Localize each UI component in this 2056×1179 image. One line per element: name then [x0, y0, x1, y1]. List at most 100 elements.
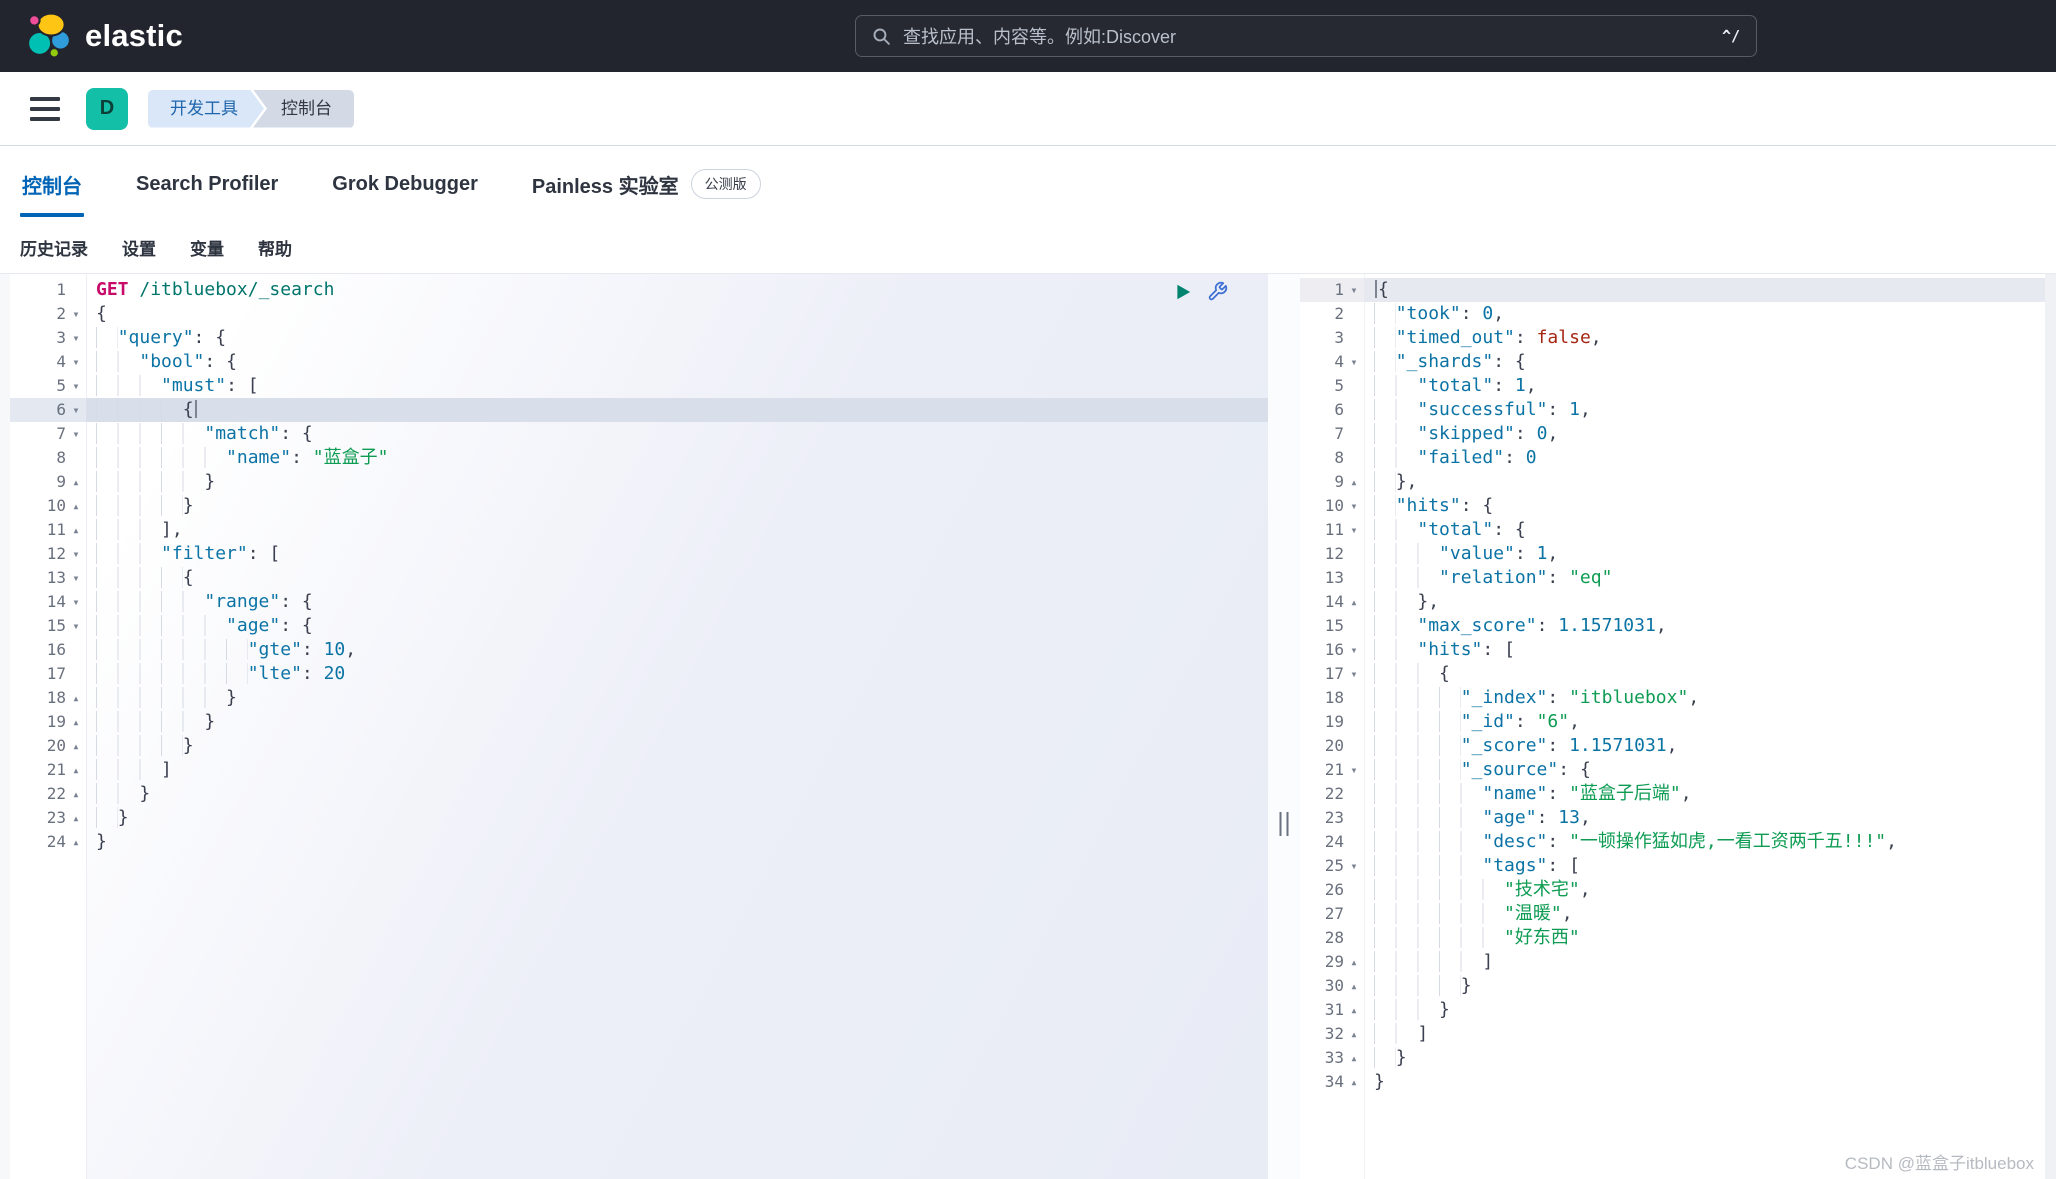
- code-line[interactable]: 6▾ {: [10, 398, 1268, 422]
- gutter-cell[interactable]: 22: [1300, 782, 1364, 806]
- gutter-cell[interactable]: 5▾: [10, 374, 86, 398]
- code-line[interactable]: 10▴ }: [10, 494, 1268, 518]
- fold-arrow-icon[interactable]: ▾: [1344, 662, 1364, 686]
- gutter-cell[interactable]: 7: [1300, 422, 1364, 446]
- gutter-cell[interactable]: 34▴: [1300, 1070, 1364, 1094]
- code-line[interactable]: 26 "技术宅",: [1300, 878, 2045, 902]
- toolbar-variables[interactable]: 变量: [190, 235, 224, 260]
- gutter-cell[interactable]: 13: [1300, 566, 1364, 590]
- code-line[interactable]: 23 "age": 13,: [1300, 806, 2045, 830]
- code-text[interactable]: "desc": "一顿操作猛如虎,一看工资两千五!!!",: [1364, 830, 2045, 854]
- fold-arrow-icon[interactable]: ▾: [66, 542, 86, 566]
- code-line[interactable]: 14▴ },: [1300, 590, 2045, 614]
- code-line[interactable]: 9▴ },: [1300, 470, 2045, 494]
- fold-arrow-icon[interactable]: ▴: [1344, 1046, 1364, 1070]
- code-line[interactable]: 19 "_id": "6",: [1300, 710, 2045, 734]
- fold-arrow-icon[interactable]: ▴: [66, 686, 86, 710]
- fold-arrow-icon[interactable]: ▾: [66, 326, 86, 350]
- code-text[interactable]: "hits": [: [1364, 638, 2045, 662]
- code-line[interactable]: 3 "timed_out": false,: [1300, 326, 2045, 350]
- fold-arrow-icon[interactable]: ▴: [1344, 1022, 1364, 1046]
- fold-arrow-icon[interactable]: ▴: [66, 710, 86, 734]
- code-text[interactable]: {: [1364, 278, 2045, 302]
- fold-arrow-icon[interactable]: ▾: [66, 350, 86, 374]
- code-text[interactable]: {: [86, 398, 1268, 422]
- gutter-cell[interactable]: 2▾: [10, 302, 86, 326]
- code-text[interactable]: "_score": 1.1571031,: [1364, 734, 2045, 758]
- code-line[interactable]: 31▴ }: [1300, 998, 2045, 1022]
- fold-arrow-icon[interactable]: ▴: [66, 830, 86, 854]
- code-text[interactable]: ]: [86, 758, 1268, 782]
- code-text[interactable]: }: [86, 830, 1268, 854]
- code-line[interactable]: 18 "_index": "itbluebox",: [1300, 686, 2045, 710]
- code-line[interactable]: 34▴}: [1300, 1070, 2045, 1094]
- code-text[interactable]: "value": 1,: [1364, 542, 2045, 566]
- code-text[interactable]: }: [86, 806, 1268, 830]
- code-text[interactable]: {: [1364, 662, 2045, 686]
- code-line[interactable]: 9▴ }: [10, 470, 1268, 494]
- code-text[interactable]: "gte": 10,: [86, 638, 1268, 662]
- code-text[interactable]: {: [86, 566, 1268, 590]
- gutter-cell[interactable]: 2: [1300, 302, 1364, 326]
- gutter-cell[interactable]: 19: [1300, 710, 1364, 734]
- fold-arrow-icon[interactable]: ▴: [66, 734, 86, 758]
- code-text[interactable]: }: [86, 710, 1268, 734]
- gutter-cell[interactable]: 32▴: [1300, 1022, 1364, 1046]
- gutter-cell[interactable]: 1▾: [1300, 278, 1364, 302]
- code-line[interactable]: 2 "took": 0,: [1300, 302, 2045, 326]
- code-text[interactable]: "_shards": {: [1364, 350, 2045, 374]
- gutter-cell[interactable]: 29▴: [1300, 950, 1364, 974]
- fold-arrow-icon[interactable]: ▴: [66, 470, 86, 494]
- fold-arrow-icon[interactable]: ▾: [1344, 278, 1364, 302]
- gutter-cell[interactable]: 10▴: [10, 494, 86, 518]
- fold-arrow-icon[interactable]: ▴: [1344, 950, 1364, 974]
- code-line[interactable]: 6 "successful": 1,: [1300, 398, 2045, 422]
- code-line[interactable]: 1GET /itbluebox/_search: [10, 278, 1268, 302]
- code-line[interactable]: 32▴ ]: [1300, 1022, 2045, 1046]
- code-line[interactable]: 1▾{: [1300, 278, 2045, 302]
- code-text[interactable]: "好东西": [1364, 926, 2045, 950]
- fold-arrow-icon[interactable]: ▴: [66, 494, 86, 518]
- code-text[interactable]: GET /itbluebox/_search: [86, 278, 1268, 302]
- gutter-cell[interactable]: 12: [1300, 542, 1364, 566]
- code-line[interactable]: 15 "max_score": 1.1571031,: [1300, 614, 2045, 638]
- code-line[interactable]: 16 "gte": 10,: [10, 638, 1268, 662]
- gutter-cell[interactable]: 18: [1300, 686, 1364, 710]
- code-line[interactable]: 13 "relation": "eq": [1300, 566, 2045, 590]
- elastic-brand[interactable]: elastic: [26, 11, 183, 62]
- gutter-cell[interactable]: 4▾: [1300, 350, 1364, 374]
- code-line[interactable]: 10▾ "hits": {: [1300, 494, 2045, 518]
- gutter-cell[interactable]: 1: [10, 278, 86, 302]
- code-line[interactable]: 11▾ "total": {: [1300, 518, 2045, 542]
- fold-arrow-icon[interactable]: ▴: [1344, 974, 1364, 998]
- gutter-cell[interactable]: 20▴: [10, 734, 86, 758]
- tab-search-profiler[interactable]: Search Profiler: [134, 146, 280, 222]
- code-text[interactable]: "filter": [: [86, 542, 1268, 566]
- gutter-cell[interactable]: 15: [1300, 614, 1364, 638]
- fold-arrow-icon[interactable]: ▾: [1344, 854, 1364, 878]
- gutter-cell[interactable]: 30▴: [1300, 974, 1364, 998]
- gutter-cell[interactable]: 4▾: [10, 350, 86, 374]
- code-line[interactable]: 23▴ }: [10, 806, 1268, 830]
- code-text[interactable]: ],: [86, 518, 1268, 542]
- gutter-cell[interactable]: 20: [1300, 734, 1364, 758]
- code-line[interactable]: 4▾ "_shards": {: [1300, 350, 2045, 374]
- code-text[interactable]: "name": "蓝盒子后端",: [1364, 782, 2045, 806]
- code-text[interactable]: {: [86, 302, 1268, 326]
- code-text[interactable]: "successful": 1,: [1364, 398, 2045, 422]
- code-line[interactable]: 4▾ "bool": {: [10, 350, 1268, 374]
- gutter-cell[interactable]: 6: [1300, 398, 1364, 422]
- code-line[interactable]: 12 "value": 1,: [1300, 542, 2045, 566]
- gutter-cell[interactable]: 21▴: [10, 758, 86, 782]
- code-text[interactable]: }: [86, 782, 1268, 806]
- code-line[interactable]: 21▴ ]: [10, 758, 1268, 782]
- code-text[interactable]: "skipped": 0,: [1364, 422, 2045, 446]
- code-line[interactable]: 7▾ "match": {: [10, 422, 1268, 446]
- code-line[interactable]: 28 "好东西": [1300, 926, 2045, 950]
- fold-arrow-icon[interactable]: ▴: [1344, 590, 1364, 614]
- gutter-cell[interactable]: 14▴: [1300, 590, 1364, 614]
- code-text[interactable]: "query": {: [86, 326, 1268, 350]
- request-code[interactable]: 1GET /itbluebox/_search2▾{3▾ "query": {4…: [10, 278, 1268, 854]
- gutter-cell[interactable]: 10▾: [1300, 494, 1364, 518]
- gutter-cell[interactable]: 14▾: [10, 590, 86, 614]
